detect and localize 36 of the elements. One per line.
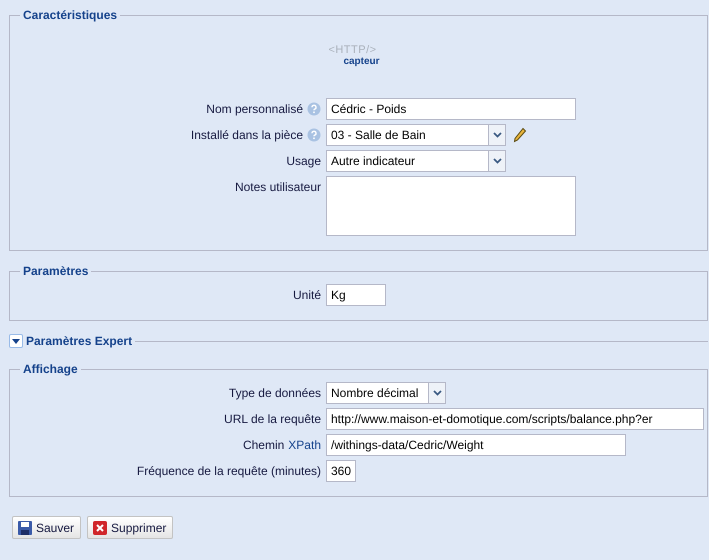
dropdown-field[interactable]: 03 - Salle de Bain	[326, 124, 506, 146]
xpath-link[interactable]: XPath	[288, 436, 321, 454]
caret-icon	[492, 132, 502, 138]
section-title: Paramètres	[22, 263, 90, 280]
section-title: Paramètres Expert	[26, 333, 132, 350]
field-label: Chemin	[242, 437, 284, 454]
text-field[interactable]: http://www.maison-et-domotique.com/scripts/balance.php?er	[326, 408, 704, 430]
expand-toggle[interactable]	[9, 334, 23, 348]
logo-caption: capteur	[343, 56, 380, 68]
field-label: Unité	[292, 287, 321, 304]
pencil-icon[interactable]	[513, 127, 527, 143]
help-icon[interactable]	[307, 102, 321, 116]
close-icon	[92, 520, 108, 536]
field-label: Fréquence de la requête (minutes)	[136, 463, 321, 480]
field-label: Notes utilisateur	[234, 179, 321, 196]
field-label: Usage	[286, 153, 321, 170]
notes-field[interactable]	[326, 176, 576, 236]
field-label: Installé dans la pièce	[190, 127, 303, 144]
help-icon[interactable]	[307, 128, 321, 142]
field-label: URL de la requête	[224, 411, 321, 428]
action-button[interactable]: Supprimer	[87, 516, 174, 539]
dropdown-field[interactable]: Autre indicateur	[326, 150, 506, 172]
caret-icon	[432, 390, 442, 396]
action-button[interactable]: Sauver	[12, 516, 82, 539]
text-field[interactable]: 360	[326, 460, 356, 482]
text-field[interactable]: /withings-data/Cedric/Weight	[326, 434, 626, 456]
text-field[interactable]: Cédric - Poids	[326, 98, 576, 120]
field-label: Nom personnalisé	[206, 101, 303, 118]
caret-icon	[492, 158, 502, 164]
caret-icon	[12, 338, 20, 344]
field-label: Type de données	[228, 385, 321, 402]
section-title: Affichage	[22, 361, 79, 378]
section-title: Caractéristiques	[22, 7, 118, 24]
text-field[interactable]: Kg	[326, 284, 386, 306]
dropdown-field[interactable]: Nombre décimal	[326, 382, 446, 404]
logo-text: <HTTP/>	[328, 44, 377, 56]
